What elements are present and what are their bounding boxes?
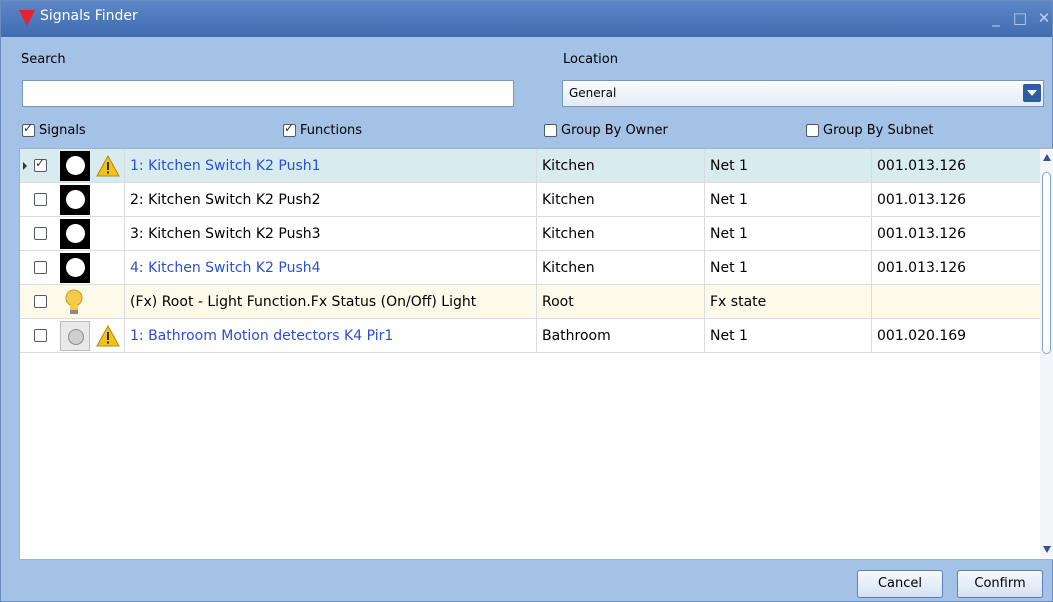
confirm-button[interactable]: Confirm: [957, 570, 1043, 598]
motion-detector-icon: [60, 321, 90, 351]
signals-grid: 1: Kitchen Switch K2 Push1 Kitchen Net 1…: [19, 148, 1053, 560]
signal-address: 001.013.126: [877, 192, 967, 208]
signals-filter-label: Signals: [39, 122, 86, 138]
location-label: Location: [563, 52, 618, 67]
signal-name: 1: Bathroom Motion detectors K4 Pir1: [130, 328, 394, 344]
location-select[interactable]: General: [562, 80, 1044, 107]
signal-net: Fx state: [710, 294, 767, 310]
signal-net: Net 1: [710, 192, 748, 208]
group-by-subnet-filter[interactable]: Group By Subnet: [806, 121, 934, 139]
signals-finder-window: Signals Finder _ □ ✕ Search Location Gen…: [0, 0, 1053, 602]
signal-address: 001.020.169: [877, 328, 967, 344]
signals-filter[interactable]: Signals: [22, 121, 86, 139]
switch-icon: [60, 253, 90, 283]
signal-net: Net 1: [710, 226, 748, 242]
row-checkbox[interactable]: [34, 295, 47, 308]
row-checkbox[interactable]: [34, 227, 47, 240]
chevron-down-icon[interactable]: [1023, 84, 1041, 102]
signal-address: 001.013.126: [877, 260, 967, 276]
table-row[interactable]: 1: Bathroom Motion detectors K4 Pir1 Bat…: [20, 319, 1040, 353]
table-row[interactable]: 4: Kitchen Switch K2 Push4 Kitchen Net 1…: [20, 251, 1040, 285]
table-row[interactable]: 1: Kitchen Switch K2 Push1 Kitchen Net 1…: [20, 149, 1040, 183]
functions-filter[interactable]: Functions: [283, 121, 362, 139]
current-row-indicator-icon: [23, 162, 27, 170]
light-bulb-icon: [65, 289, 83, 314]
signal-address: 001.013.126: [877, 226, 967, 242]
location-selected-value: General: [569, 86, 617, 100]
search-input[interactable]: [22, 80, 514, 107]
table-row[interactable]: 3: Kitchen Switch K2 Push3 Kitchen Net 1…: [20, 217, 1040, 251]
signal-net: Net 1: [710, 158, 748, 174]
signal-location: Kitchen: [542, 260, 595, 276]
signal-location: Kitchen: [542, 226, 595, 242]
row-checkbox[interactable]: [34, 193, 47, 206]
table-row[interactable]: (Fx) Root - Light Function.Fx Status (On…: [20, 285, 1040, 319]
row-checkbox[interactable]: [34, 329, 47, 342]
functions-checkbox[interactable]: [283, 121, 296, 137]
table-row[interactable]: 2: Kitchen Switch K2 Push2 Kitchen Net 1…: [20, 183, 1040, 217]
switch-icon: [60, 185, 90, 215]
close-icon[interactable]: ✕: [1036, 10, 1052, 26]
minimize-icon[interactable]: _: [988, 10, 1004, 26]
group-by-owner-checkbox[interactable]: [544, 123, 557, 137]
scroll-thumb[interactable]: [1042, 172, 1051, 354]
signal-name: 4: Kitchen Switch K2 Push4: [130, 260, 321, 276]
signal-address: 001.013.126: [877, 158, 967, 174]
scroll-down-icon[interactable]: [1043, 546, 1051, 553]
switch-icon: [60, 219, 90, 249]
warning-icon: [96, 325, 120, 347]
signal-net: Net 1: [710, 260, 748, 276]
cancel-button[interactable]: Cancel: [857, 570, 943, 598]
signals-checkbox[interactable]: [22, 121, 35, 137]
signal-location: Kitchen: [542, 158, 595, 174]
signal-location: Kitchen: [542, 192, 595, 208]
functions-filter-label: Functions: [300, 122, 363, 138]
row-checkbox[interactable]: [34, 156, 47, 172]
group-by-owner-label: Group By Owner: [561, 122, 668, 138]
group-by-owner-filter[interactable]: Group By Owner: [544, 121, 668, 139]
vertical-scrollbar[interactable]: [1040, 150, 1053, 558]
signal-name: 2: Kitchen Switch K2 Push2: [130, 192, 321, 208]
scroll-up-icon[interactable]: [1043, 154, 1051, 161]
title-bar[interactable]: Signals Finder _ □ ✕: [1, 1, 1052, 37]
app-logo-icon: [19, 10, 35, 26]
signal-location: Bathroom: [542, 328, 611, 344]
signal-name: (Fx) Root - Light Function.Fx Status (On…: [130, 294, 477, 310]
signal-name: 1: Kitchen Switch K2 Push1: [130, 158, 321, 174]
signal-location: Root: [542, 294, 574, 310]
group-by-subnet-label: Group By Subnet: [823, 122, 934, 138]
maximize-icon[interactable]: □: [1012, 10, 1028, 26]
warning-icon: [96, 155, 120, 177]
search-label: Search: [21, 52, 66, 67]
switch-icon: [60, 151, 90, 181]
signal-net: Net 1: [710, 328, 748, 344]
group-by-subnet-checkbox[interactable]: [806, 123, 819, 137]
window-title: Signals Finder: [40, 8, 138, 24]
row-checkbox[interactable]: [34, 261, 47, 274]
signal-name: 3: Kitchen Switch K2 Push3: [130, 226, 321, 242]
